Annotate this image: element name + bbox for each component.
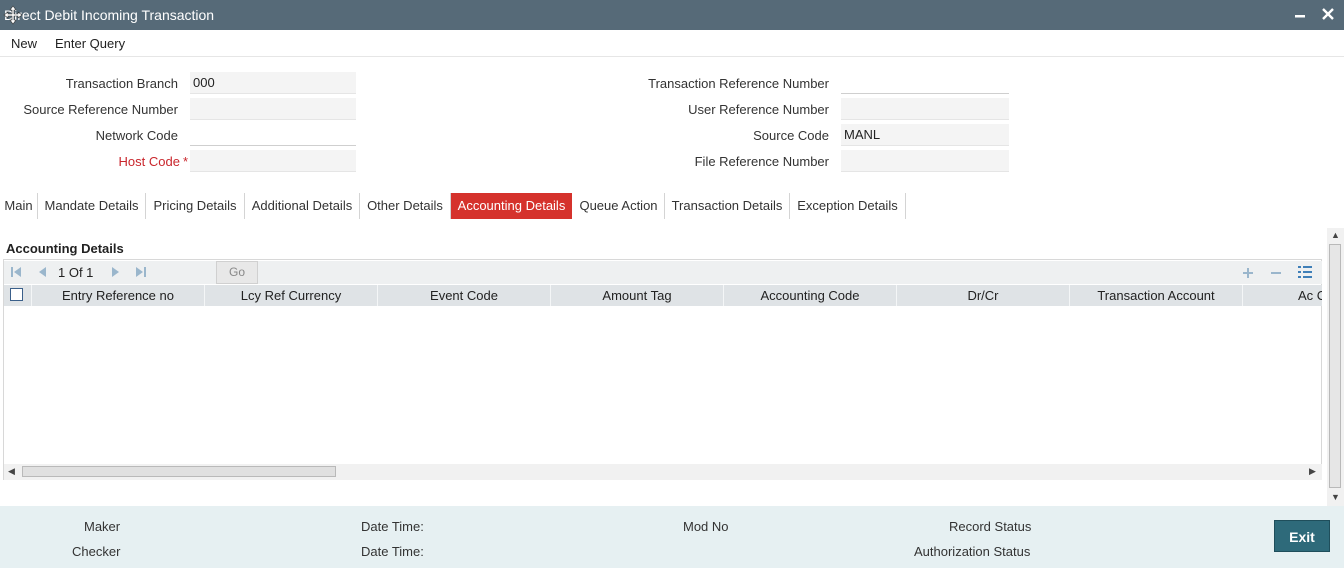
checker-label: Checker <box>72 544 121 559</box>
prev-page-icon[interactable] <box>36 266 48 278</box>
horizontal-scroll-thumb[interactable] <box>22 466 336 477</box>
new-menu-item[interactable]: New <box>11 36 37 51</box>
column-header[interactable]: Ac C <box>1243 285 1322 306</box>
source-code-field[interactable] <box>841 124 1009 146</box>
exit-button[interactable]: Exit <box>1274 520 1330 552</box>
checker-date-time-label: Date Time: <box>361 544 424 559</box>
column-header[interactable]: Accounting Code <box>724 285 897 306</box>
source-code-label: Source Code <box>753 128 829 143</box>
transaction-reference-number-label: Transaction Reference Number <box>648 76 829 91</box>
enter-query-menu-item[interactable]: Enter Query <box>55 36 125 51</box>
move-icon[interactable] <box>3 5 23 25</box>
file-reference-number-field[interactable] <box>841 150 1009 172</box>
tab-other-details[interactable]: Other Details <box>360 193 451 219</box>
select-all-checkbox[interactable] <box>10 288 23 301</box>
scroll-right-icon[interactable]: ▶ <box>1309 466 1316 477</box>
column-header[interactable]: Amount Tag <box>551 285 724 306</box>
tab-transaction-details[interactable]: Transaction Details <box>665 193 790 219</box>
tab-main[interactable]: Main <box>0 193 38 219</box>
grid-pager: 1 Of 1 Go <box>4 261 1322 284</box>
title-bar: Direct Debit Incoming Transaction <box>0 0 1344 30</box>
tab-pricing-details[interactable]: Pricing Details <box>146 193 245 219</box>
audit-footer: Maker Checker Date Time: Date Time: Mod … <box>0 506 1344 568</box>
network-code-label: Network Code <box>95 128 178 143</box>
host-code-field[interactable] <box>190 150 356 172</box>
column-settings-icon[interactable] <box>1298 265 1312 279</box>
tab-queue-action[interactable]: Queue Action <box>573 193 665 219</box>
first-page-icon[interactable] <box>10 266 22 278</box>
user-reference-number-label: User Reference Number <box>688 102 829 117</box>
vertical-scroll-thumb[interactable] <box>1329 244 1341 488</box>
transaction-branch-label: Transaction Branch <box>65 76 178 91</box>
source-reference-number-label: Source Reference Number <box>23 102 178 117</box>
required-mark: * <box>182 154 188 169</box>
section-title: Accounting Details <box>6 241 124 256</box>
column-header[interactable]: Transaction Account <box>1070 285 1243 306</box>
transaction-branch-field[interactable] <box>190 72 356 94</box>
page-indicator: 1 Of 1 <box>58 265 94 280</box>
authorization-status-label: Authorization Status <box>914 544 1031 559</box>
source-reference-number-field[interactable] <box>190 98 356 120</box>
next-page-icon[interactable] <box>110 266 122 278</box>
scroll-left-icon[interactable]: ◀ <box>8 466 15 477</box>
tab-additional-details[interactable]: Additional Details <box>245 193 360 219</box>
menu-bar: New Enter Query <box>0 30 1344 57</box>
tab-exception-details[interactable]: Exception Details <box>790 193 906 219</box>
scroll-up-icon[interactable]: ▲ <box>1331 230 1340 240</box>
minimize-icon[interactable] <box>1292 6 1308 22</box>
host-code-label: Host Code * <box>20 154 188 169</box>
mod-no-label: Mod No <box>683 519 729 534</box>
window-title: Direct Debit Incoming Transaction <box>4 7 215 23</box>
file-reference-number-label: File Reference Number <box>694 154 829 169</box>
maker-label: Maker <box>84 519 121 534</box>
tab-mandate-details[interactable]: Mandate Details <box>38 193 146 219</box>
column-header[interactable]: Lcy Ref Currency <box>205 285 378 306</box>
host-code-label-text: Host Code <box>118 154 180 169</box>
column-header[interactable]: Entry Reference no <box>32 285 205 306</box>
close-icon[interactable] <box>1320 6 1336 22</box>
maker-date-time-label: Date Time: <box>361 519 424 534</box>
select-all-cell <box>4 285 32 306</box>
go-button[interactable]: Go <box>216 261 258 284</box>
network-code-field[interactable] <box>190 124 356 146</box>
grid-header: Entry Reference no Lcy Ref Currency Even… <box>4 285 1322 306</box>
transaction-reference-number-field[interactable] <box>841 72 1009 94</box>
column-header[interactable]: Event Code <box>378 285 551 306</box>
tab-accounting-details[interactable]: Accounting Details <box>451 193 572 219</box>
column-header[interactable]: Dr/Cr <box>897 285 1070 306</box>
horizontal-scrollbar[interactable]: ◀ ▶ <box>4 464 1322 480</box>
last-page-icon[interactable] <box>135 266 147 278</box>
add-row-icon[interactable] <box>1242 267 1254 279</box>
record-status-label: Record Status <box>949 519 1032 534</box>
remove-row-icon[interactable] <box>1270 267 1282 279</box>
vertical-scrollbar[interactable]: ▲ ▼ <box>1327 228 1344 506</box>
user-reference-number-field[interactable] <box>841 98 1009 120</box>
scroll-down-icon[interactable]: ▼ <box>1331 492 1340 502</box>
